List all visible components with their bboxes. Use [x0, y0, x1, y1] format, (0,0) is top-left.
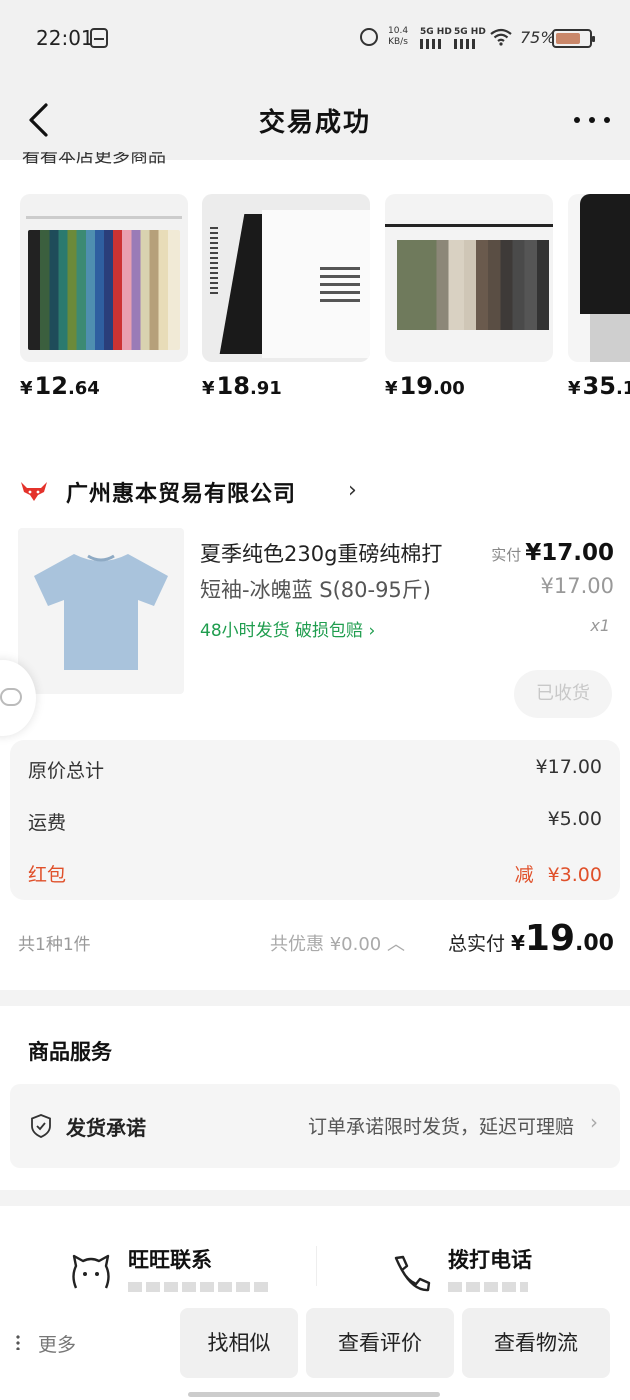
summary-label: 运费: [28, 812, 67, 834]
store-logo-icon: [21, 482, 47, 501]
shield-check-icon: [31, 1114, 51, 1138]
summary-value: ¥17.00: [535, 756, 602, 778]
service-section-title: 商品服务: [28, 1040, 112, 1064]
recommendation-card[interactable]: ¥35.1: [568, 194, 630, 400]
more-button[interactable]: 更多: [38, 1330, 76, 1357]
section-divider: [0, 990, 630, 1006]
top-nav: 交易成功: [0, 78, 630, 160]
view-reviews-button[interactable]: 查看评价: [306, 1308, 454, 1378]
store-name: 广州惠本贸易有限公司: [66, 482, 297, 507]
wifi-icon: [490, 27, 512, 51]
service-item[interactable]: 发货承诺 订单承诺限时发货，延迟可理赔 ›: [10, 1084, 620, 1168]
summary-row-shipping: 运费 ¥5.00: [28, 808, 606, 838]
product-thumbnail: [202, 194, 370, 362]
product-title: 夏季纯色230g重磅纯棉打 短袖-冰魄蓝 S(80-95斤): [200, 536, 500, 608]
recommendation-card[interactable]: ¥19.00: [385, 194, 553, 400]
home-indicator[interactable]: [188, 1392, 440, 1397]
network-speed-value: 10.4: [388, 26, 409, 36]
view-logistics-button[interactable]: 查看物流: [462, 1308, 610, 1378]
paid-price: 实付 ¥17.00: [491, 540, 614, 566]
cloud-icon: [0, 688, 22, 706]
summary-value: ¥5.00: [547, 808, 602, 830]
sim2-label: 5G HD: [454, 27, 486, 37]
summary-row-red-packet: 红包 减 ¥3.00: [28, 860, 606, 890]
recommendation-price: ¥19.00: [385, 372, 465, 400]
network-speed: 10.4 KB/s: [388, 26, 408, 48]
product-thumbnail: [385, 194, 553, 362]
received-button[interactable]: 已收货: [514, 670, 612, 718]
paid-value: ¥17.00: [525, 540, 614, 566]
phone-icon: [394, 1255, 431, 1292]
more-dots-icon[interactable]: [16, 1334, 20, 1350]
contact-label: 拨打电话: [448, 1248, 532, 1272]
summary-label: 原价总计: [28, 760, 105, 782]
total-paid-int: 19: [524, 918, 576, 959]
summary-row-original: 原价总计 ¥17.00: [28, 756, 606, 786]
product-image: [18, 528, 184, 694]
wangwang-chat-icon: [72, 1254, 110, 1289]
price-summary: 原价总计 ¥17.00 运费 ¥5.00 红包 减 ¥3.00: [10, 740, 620, 900]
chevron-right-icon: ›: [590, 1110, 598, 1134]
notification-icon: [90, 28, 108, 48]
dot-icon: [604, 117, 610, 123]
contact-subtitle-cutoff: [448, 1282, 528, 1292]
summary-value: 减 ¥3.00: [515, 860, 602, 887]
bottom-action-bar: 更多 找相似 查看评价 查看物流: [0, 1296, 630, 1400]
shipping-promise-link[interactable]: 48小时发货 破损包赔 ›: [200, 616, 375, 641]
alarm-icon: [360, 28, 378, 46]
battery-icon: [552, 29, 595, 48]
product-thumbnail: [20, 194, 188, 362]
order-totals: 共1种1件 共优惠 ¥0.00 ︿ 总实付 ¥19.00: [18, 918, 614, 964]
discount-value: ¥3.00: [547, 864, 602, 886]
contact-separator: [316, 1246, 317, 1286]
network-speed-unit: KB/s: [388, 37, 408, 47]
recommendation-price: ¥12.64: [20, 372, 100, 400]
chevron-right-icon: ›: [348, 478, 357, 503]
page-title: 交易成功: [258, 108, 371, 138]
total-discount-toggle[interactable]: 共优惠 ¥0.00 ︿: [270, 930, 405, 956]
battery-percent: 75%: [520, 28, 556, 47]
summary-label: 红包: [28, 864, 67, 886]
paid-label: 实付: [491, 546, 522, 564]
contact-label: 旺旺联系: [128, 1248, 212, 1272]
total-paid: 总实付 ¥19.00: [448, 918, 614, 959]
item-count: 共1种1件: [18, 935, 91, 955]
currency-symbol: ¥: [510, 931, 525, 955]
product-thumbnail: [568, 194, 630, 362]
signal-icon-sim1: 5G HD: [420, 27, 452, 49]
sim1-label: 5G HD: [420, 27, 452, 37]
minus-label: 减: [514, 864, 534, 886]
store-header[interactable]: 广州惠本贸易有限公司 ›: [20, 474, 620, 508]
product-sku: 短袖-冰魄蓝 S(80-95斤): [200, 578, 431, 602]
recommendation-carousel[interactable]: ¥12.64 ¥18.91 ¥19.00 ¥35.1: [20, 194, 630, 404]
contact-subtitle-cutoff: [128, 1282, 268, 1292]
quantity: x1: [590, 616, 610, 635]
recommendation-price: ¥35.1: [568, 372, 630, 400]
service-description: 订单承诺限时发货，延迟可理赔: [307, 1116, 574, 1138]
find-similar-button[interactable]: 找相似: [180, 1308, 298, 1378]
total-paid-dec: .00: [575, 931, 614, 956]
signal-icon-sim2: 5G HD: [454, 27, 486, 49]
recommendation-card[interactable]: ¥18.91: [202, 194, 370, 400]
more-options-button[interactable]: [572, 102, 612, 136]
dot-icon: [589, 117, 595, 123]
section-divider: [0, 1190, 630, 1206]
recommendation-card[interactable]: ¥12.64: [20, 194, 188, 400]
recommendations-heading: 看看本店更多商品: [22, 152, 166, 166]
status-time: 22:01: [36, 26, 94, 50]
recommendation-price: ¥18.91: [202, 372, 282, 400]
total-paid-label: 总实付: [447, 933, 505, 955]
dot-icon: [574, 117, 580, 123]
original-price: ¥17.00: [540, 574, 614, 598]
service-label: 发货承诺: [66, 1116, 146, 1140]
product-title-line1: 夏季纯色230g重磅纯棉打: [200, 542, 443, 566]
status-bar: 22:01 10.4 KB/s 5G HD 5G HD 75%: [0, 0, 630, 78]
